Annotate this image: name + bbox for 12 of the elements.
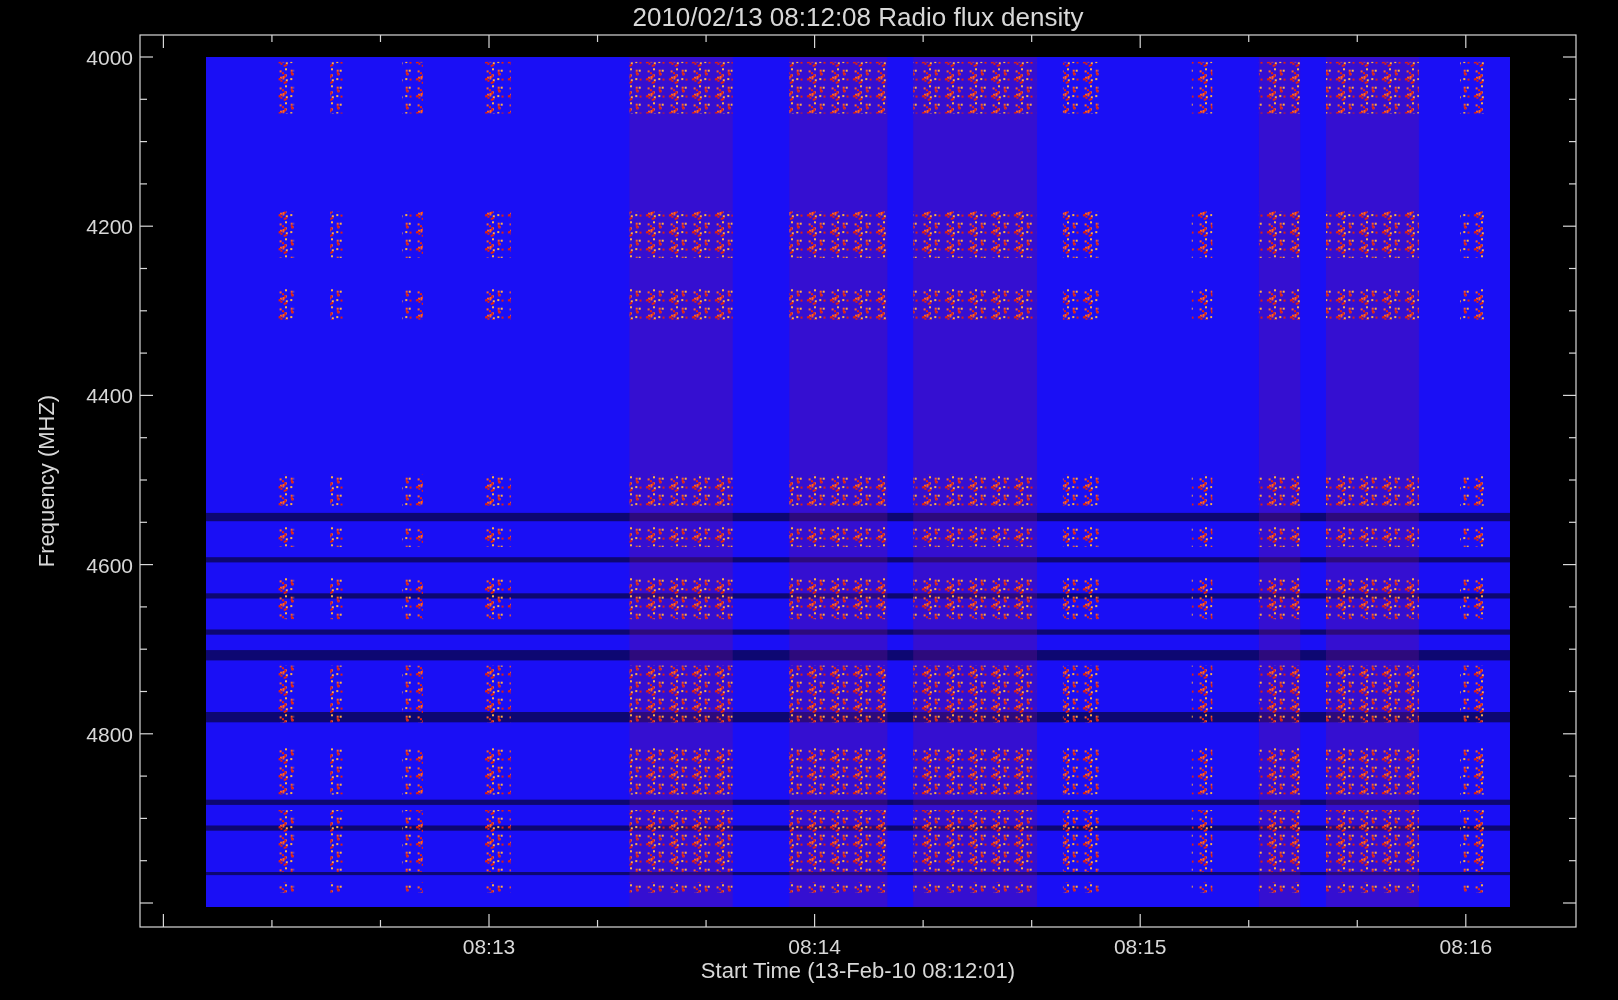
x-tick-label: 08:16 bbox=[1439, 935, 1493, 958]
x-axis-label: Start Time (13-Feb-10 08:12:01) bbox=[700, 958, 1016, 983]
y-axis-label: Frequency (MHZ) bbox=[34, 394, 59, 568]
y-tick-label: 4000 bbox=[86, 46, 133, 69]
y-tick-label: 4200 bbox=[86, 215, 133, 239]
y-tick-label: 4400 bbox=[86, 384, 133, 408]
y-tick-label: 4600 bbox=[86, 553, 133, 577]
x-tick-label: 08:13 bbox=[462, 935, 516, 958]
plot-title: 2010/02/13 08:12:08 Radio flux density bbox=[632, 2, 1084, 32]
x-tick-label: 08:15 bbox=[1113, 935, 1167, 958]
y-tick-label: 4800 bbox=[86, 722, 133, 746]
x-tick-label: 08:14 bbox=[788, 935, 841, 958]
